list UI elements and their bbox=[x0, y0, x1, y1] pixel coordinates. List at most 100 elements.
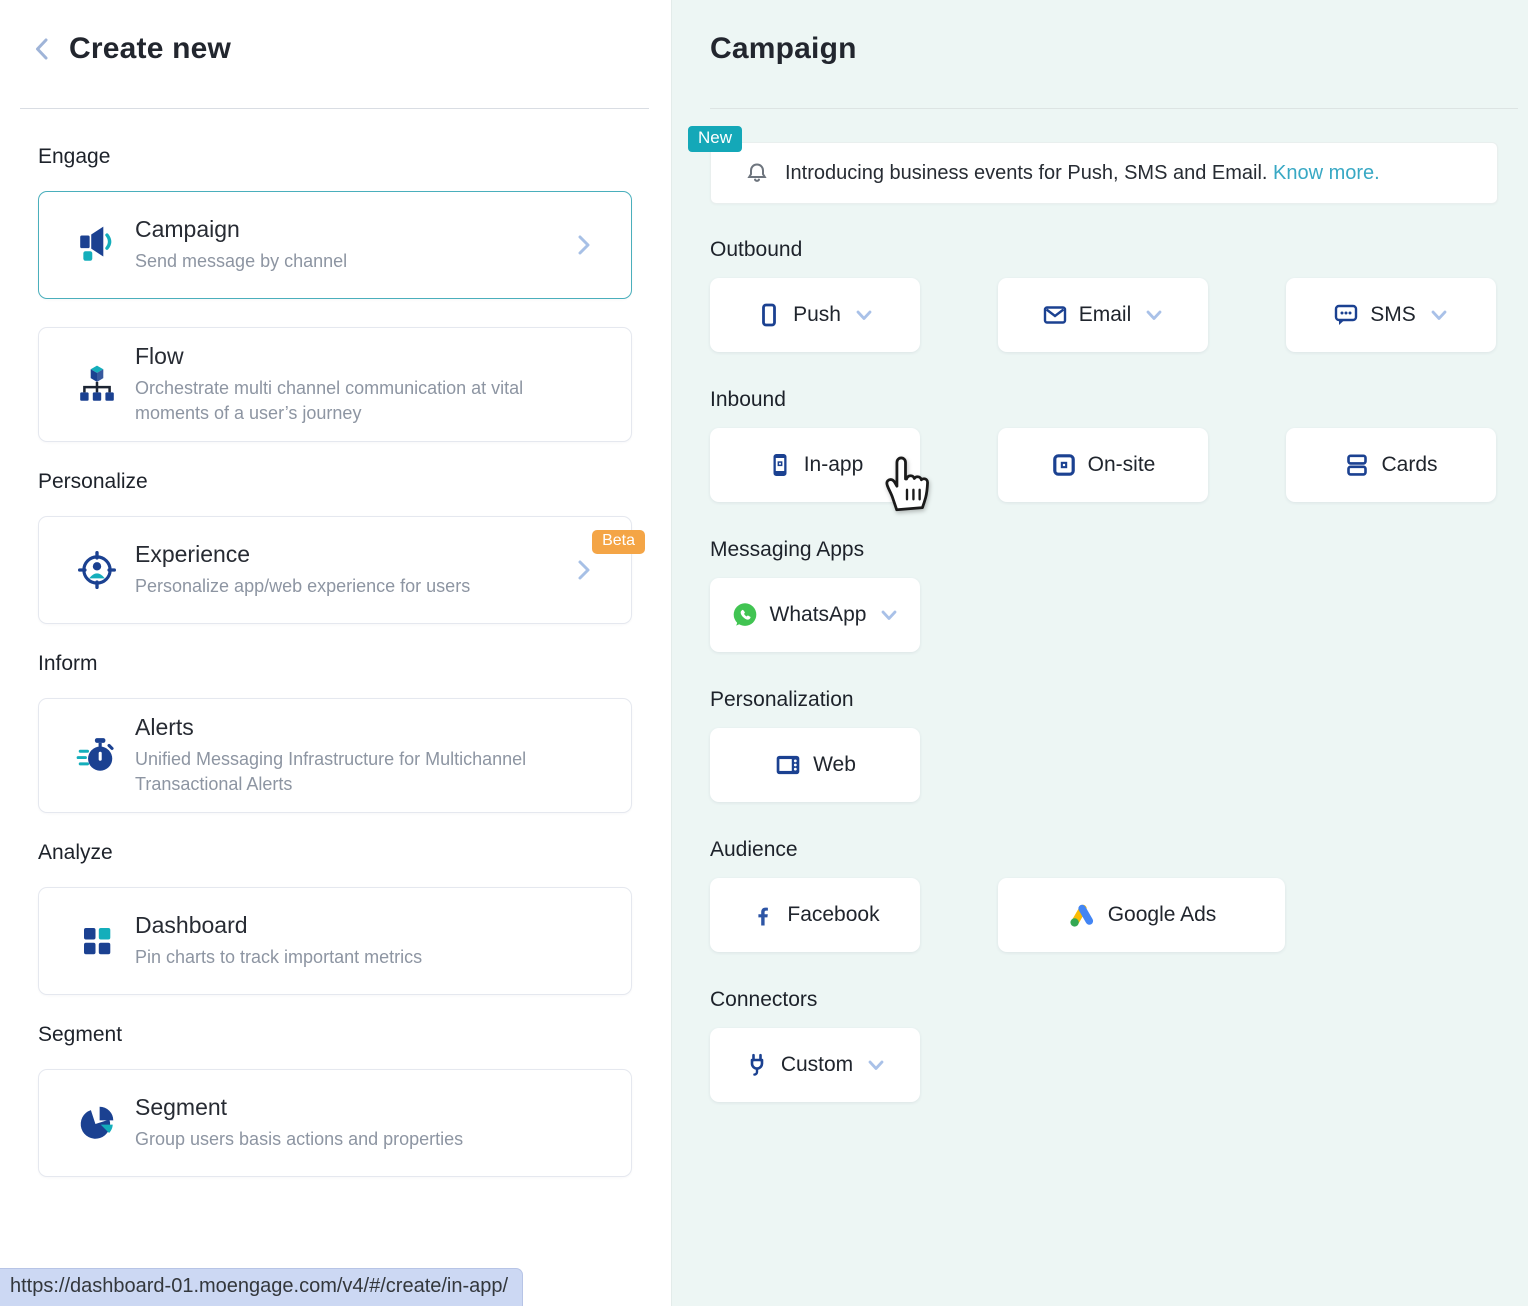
card-texts: Flow Orchestrate multi channel communicat… bbox=[135, 343, 571, 426]
channel-card-on-site[interactable]: On-site bbox=[998, 428, 1208, 502]
channel-row: Web bbox=[710, 728, 1498, 802]
know-more-link[interactable]: Know more. bbox=[1273, 162, 1380, 184]
chevron-down-icon bbox=[1429, 305, 1449, 325]
right-divider bbox=[710, 108, 1518, 109]
left-panel-sections: Engage CampaignSend message by channel Flo… bbox=[38, 145, 632, 1177]
group-label-inbound: Inbound bbox=[710, 388, 1498, 412]
channel-groups: Outbound Push Email SMS Inbound In-app On-site… bbox=[710, 238, 1498, 1102]
section-label-inform: Inform bbox=[38, 652, 632, 676]
channel-label: Facebook bbox=[787, 903, 879, 927]
channel-label: Push bbox=[793, 303, 841, 327]
create-card-flow[interactable]: Flow Orchestrate multi channel communicat… bbox=[38, 327, 632, 442]
card-texts: Segment Group users basis actions and pro… bbox=[135, 1094, 463, 1152]
card-texts: AlertsUnified Messaging Infrastructure f… bbox=[135, 714, 571, 797]
channel-card-google-ads[interactable]: Google Ads bbox=[998, 878, 1285, 952]
card-title: Dashboard bbox=[135, 912, 422, 939]
banner-message: Introducing business events for Push, SM… bbox=[785, 162, 1273, 184]
card-texts: Experience Personalize app/web experience… bbox=[135, 541, 470, 599]
create-card-dashboard[interactable]: Dashboard Pin charts to track important m… bbox=[38, 887, 632, 995]
whatsapp-icon bbox=[731, 601, 759, 629]
channel-card-web[interactable]: Web bbox=[710, 728, 920, 802]
channel-label: In-app bbox=[804, 453, 864, 477]
channel-card-cards[interactable]: Cards bbox=[1286, 428, 1496, 502]
section-label-analyze: Analyze bbox=[38, 841, 632, 865]
channel-card-sms[interactable]: SMS bbox=[1286, 278, 1496, 352]
channel-row: Custom bbox=[710, 1028, 1498, 1102]
channel-card-whatsapp[interactable]: WhatsApp bbox=[710, 578, 920, 652]
announcement-banner: New Introducing business events for Push… bbox=[710, 142, 1498, 204]
inapp-phone-icon bbox=[767, 452, 793, 478]
campaign-panel: Campaign New Introducing business events… bbox=[672, 0, 1528, 1306]
onsite-icon bbox=[1051, 452, 1077, 478]
card-description: Group users basis actions and properties bbox=[135, 1127, 463, 1152]
envelope-icon bbox=[1042, 302, 1068, 328]
back-chevron-icon[interactable] bbox=[30, 36, 56, 62]
group-label-outbound: Outbound bbox=[710, 238, 1498, 262]
status-url-tooltip: https://dashboard-01.moengage.com/v4/#/c… bbox=[0, 1268, 523, 1306]
banner-text: Introducing business events for Push, SM… bbox=[785, 162, 1380, 185]
channel-label: Cards bbox=[1381, 453, 1437, 477]
chevron-right-icon bbox=[573, 557, 595, 583]
channel-label: SMS bbox=[1370, 303, 1416, 327]
group-label-messaging-apps: Messaging Apps bbox=[710, 538, 1498, 562]
stopwatch-icon bbox=[75, 735, 119, 777]
channel-label: Google Ads bbox=[1108, 903, 1217, 927]
card-title: Flow bbox=[135, 343, 571, 370]
beta-badge: Beta bbox=[592, 530, 645, 554]
card-description: Personalize app/web experience for users bbox=[135, 574, 470, 599]
section-label-personalize: Personalize bbox=[38, 470, 632, 494]
facebook-icon bbox=[750, 902, 776, 928]
group-label-audience: Audience bbox=[710, 838, 1498, 862]
flow-icon bbox=[75, 364, 119, 406]
create-card-segment[interactable]: Segment Group users basis actions and pro… bbox=[38, 1069, 632, 1177]
channel-card-email[interactable]: Email bbox=[998, 278, 1208, 352]
create-card-alerts[interactable]: AlertsUnified Messaging Infrastructure f… bbox=[38, 698, 632, 813]
new-badge: New bbox=[688, 126, 742, 152]
group-label-connectors: Connectors bbox=[710, 988, 1498, 1012]
channel-label: Email bbox=[1079, 303, 1132, 327]
phone-icon bbox=[756, 302, 782, 328]
campaign-title: Campaign bbox=[710, 0, 1498, 66]
target-user-icon bbox=[75, 549, 119, 591]
plug-icon bbox=[744, 1052, 770, 1078]
chevron-down-icon bbox=[866, 1055, 886, 1075]
group-label-personalization: Personalization bbox=[710, 688, 1498, 712]
chevron-down-icon bbox=[879, 605, 899, 625]
card-title: Experience bbox=[135, 541, 470, 568]
channel-label: On-site bbox=[1088, 453, 1156, 477]
chevron-down-icon bbox=[1144, 305, 1164, 325]
bell-icon bbox=[744, 160, 770, 186]
card-texts: CampaignSend message by channel bbox=[135, 216, 347, 274]
channel-row: Facebook Google Ads bbox=[710, 878, 1498, 952]
section-label-engage: Engage bbox=[38, 145, 632, 169]
chevron-down-icon bbox=[854, 305, 874, 325]
card-title: Alerts bbox=[135, 714, 571, 741]
create-card-experience[interactable]: Experience Personalize app/web experience… bbox=[38, 516, 632, 624]
card-description: Pin charts to track important metrics bbox=[135, 945, 422, 970]
chat-bubble-icon bbox=[1333, 302, 1359, 328]
page-title: Create new bbox=[69, 32, 231, 66]
channel-card-facebook[interactable]: Facebook bbox=[710, 878, 920, 952]
channel-label: Web bbox=[813, 753, 856, 777]
card-description: Orchestrate multi channel communication … bbox=[135, 376, 571, 426]
web-window-icon bbox=[774, 751, 802, 779]
create-new-panel: Create new Engage CampaignSend message by… bbox=[0, 0, 672, 1306]
cards-icon bbox=[1344, 452, 1370, 478]
channel-card-push[interactable]: Push bbox=[710, 278, 920, 352]
create-card-campaign[interactable]: CampaignSend message by channel bbox=[38, 191, 632, 299]
card-title: Segment bbox=[135, 1094, 463, 1121]
google-ads-icon bbox=[1067, 901, 1097, 929]
channel-card-custom[interactable]: Custom bbox=[710, 1028, 920, 1102]
grid-icon bbox=[75, 921, 119, 961]
channel-row: WhatsApp bbox=[710, 578, 1498, 652]
megaphone-icon bbox=[75, 224, 119, 266]
card-texts: Dashboard Pin charts to track important m… bbox=[135, 912, 422, 970]
channel-card-in-app[interactable]: In-app bbox=[710, 428, 920, 502]
channel-label: WhatsApp bbox=[770, 603, 867, 627]
section-label-segment: Segment bbox=[38, 1023, 632, 1047]
pie-chart-icon bbox=[75, 1102, 119, 1144]
channel-row: Push Email SMS bbox=[710, 278, 1498, 352]
left-divider bbox=[20, 108, 649, 109]
create-new-header: Create new bbox=[30, 0, 632, 66]
card-description: Send message by channel bbox=[135, 249, 347, 274]
